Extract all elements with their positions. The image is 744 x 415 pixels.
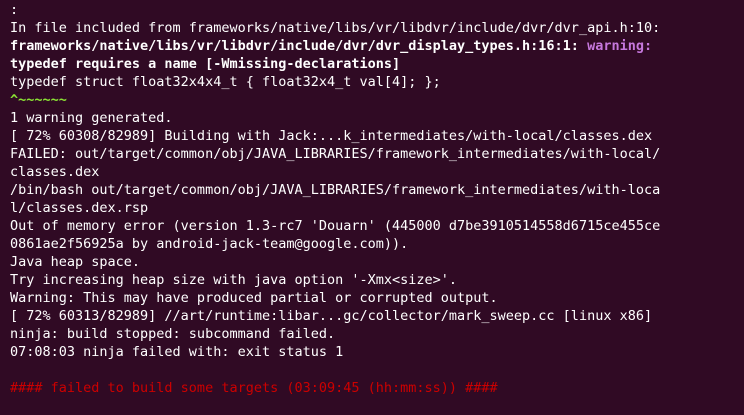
failed-line: FAILED: out/target/common/obj/JAVA_LIBRA… xyxy=(10,146,661,162)
build-failure-summary: #### failed to build some targets (03:09… xyxy=(10,380,498,396)
terminal-line: /bin/bash out/target/common/obj/JAVA_LIB… xyxy=(10,182,661,198)
warning-file-path: frameworks/native/libs/vr/libdvr/include… xyxy=(10,38,579,54)
ninja-stopped-line: ninja: build stopped: subcommand failed. xyxy=(10,326,336,342)
build-progress-line: [ 72% 60313/82989] //art/runtime:libar..… xyxy=(10,308,653,324)
warning-location-line: frameworks/native/libs/vr/libdvr/include… xyxy=(10,37,744,55)
warning-message: typedef requires a name [-Wmissing-decla… xyxy=(10,56,401,72)
warning-caret-marker: ^~~~~~~ xyxy=(10,92,67,108)
ninja-failed-line: 07:08:03 ninja failed with: exit status … xyxy=(10,344,344,360)
terminal-line: Warning: This may have produced partial … xyxy=(10,290,498,306)
terminal-line: Java heap space. xyxy=(10,254,141,270)
terminal-line: l/classes.dex.rsp xyxy=(10,200,149,216)
oom-error-line: Out of memory error (version 1.3-rc7 'Do… xyxy=(10,218,661,234)
terminal-line: : xyxy=(10,2,19,18)
terminal-line: typedef struct float32x4x4_t { float32x4… xyxy=(10,74,441,90)
terminal-line: classes.dex xyxy=(10,164,100,180)
terminal-line: In file included from frameworks/native/… xyxy=(10,20,661,36)
terminal-line: Try increasing heap size with java optio… xyxy=(10,272,458,288)
terminal-line: 0861ae2f56925a by android-jack-team@goog… xyxy=(10,236,409,252)
terminal-output[interactable]: : In file included from frameworks/nativ… xyxy=(0,0,744,415)
terminal-line: 1 warning generated. xyxy=(10,110,173,126)
build-progress-line: [ 72% 60308/82989] Building with Jack:..… xyxy=(10,128,653,144)
warning-label: warning: xyxy=(587,38,653,54)
